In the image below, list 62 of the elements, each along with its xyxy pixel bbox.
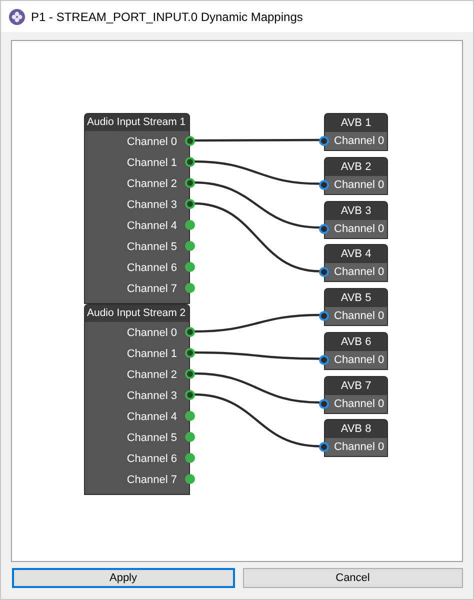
output-port[interactable] (185, 262, 195, 272)
input-port[interactable] (319, 267, 329, 278)
channel-label: Channel 7 (126, 282, 177, 294)
output-port[interactable] (185, 241, 195, 251)
channel-label: Channel 0 (334, 310, 384, 322)
channel-label: Channel 2 (126, 368, 177, 380)
channel-label: Channel 0 (334, 398, 384, 410)
output-port[interactable] (185, 474, 195, 484)
output-port[interactable] (185, 453, 195, 463)
node-title: AVB 8 (325, 420, 387, 438)
input-port[interactable] (319, 311, 329, 321)
output-port[interactable] (185, 178, 195, 188)
channel-label: Channel 3 (126, 198, 177, 210)
node-title: AVB 6 (325, 332, 387, 351)
output-port[interactable] (185, 432, 195, 442)
node-title: AVB 3 (325, 202, 387, 220)
channel-label: Channel 0 (334, 178, 384, 191)
output-port[interactable] (185, 369, 195, 379)
channel-label: Channel 5 (126, 240, 177, 252)
output-port[interactable] (185, 411, 195, 421)
channel-label: Channel 6 (126, 262, 177, 274)
channel-label: Channel 7 (126, 474, 177, 486)
node-title: Audio Input Stream 1 (85, 114, 189, 131)
input-port[interactable] (319, 354, 329, 365)
cancel-button[interactable]: Cancel (242, 568, 463, 588)
input-port[interactable] (319, 224, 329, 234)
channel-label: Channel 1 (126, 156, 177, 168)
channel-label: Channel 5 (126, 432, 177, 444)
channel-label: Channel 1 (126, 348, 177, 360)
channel-label: Channel 6 (126, 452, 177, 464)
channel-label: Channel 4 (126, 410, 177, 422)
output-port[interactable] (185, 283, 195, 293)
window-title: P1 - STREAM_PORT_INPUT.0 Dynamic Mappings (31, 10, 303, 24)
app-icon (9, 8, 25, 24)
output-port[interactable] (185, 348, 195, 358)
output-port[interactable] (185, 136, 195, 146)
channel-label: Channel 3 (126, 390, 177, 402)
apply-button[interactable]: Apply (12, 568, 234, 588)
output-port[interactable] (185, 199, 195, 209)
channel-label: Channel 0 (334, 441, 384, 454)
output-port[interactable] (185, 220, 195, 230)
output-port[interactable] (185, 157, 195, 167)
input-port[interactable] (319, 180, 329, 190)
channel-label: Channel 2 (126, 178, 177, 190)
node-title: AVB 5 (325, 289, 387, 307)
node-title: AVB 1 (325, 114, 387, 132)
node-title: AVB 4 (325, 245, 387, 264)
channel-label: Channel 0 (334, 354, 384, 366)
output-port[interactable] (185, 327, 195, 337)
node-title: Audio Input Stream 2 (85, 305, 189, 322)
channel-label: Channel 0 (334, 266, 384, 278)
node-title: AVB 7 (325, 376, 387, 394)
channel-label: Channel 0 (334, 222, 384, 234)
channel-label: Channel 0 (126, 136, 177, 148)
input-port[interactable] (319, 136, 329, 146)
node-title: AVB 2 (325, 158, 387, 176)
output-port[interactable] (185, 390, 195, 400)
input-port[interactable] (319, 398, 329, 408)
channel-label: Channel 4 (126, 220, 177, 232)
input-port[interactable] (319, 442, 329, 452)
channel-label: Channel 0 (334, 135, 384, 147)
channel-label: Channel 0 (126, 326, 177, 338)
